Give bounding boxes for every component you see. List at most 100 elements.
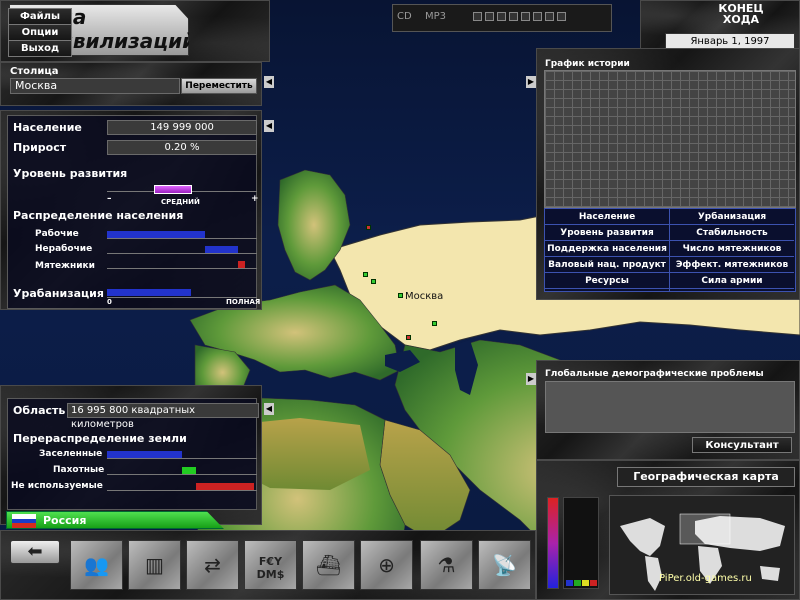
history-title: График истории bbox=[545, 59, 630, 69]
move-capital-button[interactable]: Переместить bbox=[181, 78, 257, 94]
city-icon[interactable]: ▥ bbox=[128, 540, 181, 590]
city-marker[interactable] bbox=[371, 279, 376, 284]
development-label: Уровень развития bbox=[13, 167, 128, 180]
currency-text: F€Y DM$ bbox=[256, 555, 285, 581]
rewind-icon[interactable] bbox=[485, 12, 494, 21]
history-urbanization-button[interactable]: Урбанизация bbox=[670, 209, 794, 225]
settled-track bbox=[107, 458, 257, 459]
workers-bar bbox=[107, 231, 205, 238]
advisor-button[interactable]: Консультант bbox=[692, 437, 792, 453]
history-support-button[interactable]: Поддержка населения bbox=[545, 241, 669, 257]
history-panel-arrow-icon[interactable]: ▶ bbox=[526, 76, 536, 88]
unused-land-label: Не используемые bbox=[11, 481, 103, 491]
region-label: Область bbox=[13, 404, 66, 417]
problems-list bbox=[545, 381, 795, 433]
region-panel-arrow-icon[interactable]: ◀ bbox=[264, 403, 274, 415]
history-army-button[interactable]: Сила армии bbox=[670, 273, 794, 289]
history-population-button[interactable]: Население bbox=[545, 209, 669, 225]
nonworkers-track bbox=[107, 253, 257, 254]
arable-land-label: Пахотные bbox=[53, 465, 105, 475]
city-marker[interactable] bbox=[363, 272, 368, 277]
eject-icon[interactable] bbox=[557, 12, 566, 21]
urbanization-max: ПОЛНАЯ bbox=[226, 298, 261, 306]
workers-label: Рабочие bbox=[35, 229, 79, 239]
city-marker[interactable] bbox=[406, 335, 411, 340]
development-level-bar bbox=[154, 185, 192, 194]
target-icon[interactable]: ⊕ bbox=[360, 540, 413, 590]
capital-value: Москва bbox=[10, 78, 180, 94]
unused-land-bar bbox=[195, 483, 254, 490]
country-banner[interactable]: Россия bbox=[6, 511, 224, 529]
stop-icon[interactable] bbox=[521, 12, 530, 21]
development-level-text: СРЕДНИЙ bbox=[161, 198, 200, 206]
watermark-text: PiPer.old-games.ru bbox=[659, 573, 752, 584]
city-marker[interactable] bbox=[432, 321, 437, 326]
development-minus: – bbox=[107, 194, 112, 204]
people-icon[interactable]: 👥 bbox=[70, 540, 123, 590]
color-scale-bar bbox=[547, 497, 559, 589]
urbanization-min: 0 bbox=[107, 298, 112, 306]
russia-flag-icon bbox=[12, 514, 36, 528]
navy-icon[interactable]: ⛴ bbox=[302, 540, 355, 590]
play-icon[interactable] bbox=[497, 12, 506, 21]
history-stability-button[interactable]: Стабильность bbox=[670, 225, 794, 241]
region-area-value: 16 995 800 квадратных километров bbox=[67, 403, 259, 430]
pause-icon[interactable] bbox=[509, 12, 518, 21]
growth-value: 0.20 % bbox=[107, 140, 257, 155]
end-turn-area: Конец хода Январь 1, 1997 bbox=[640, 0, 800, 52]
trade-icon[interactable]: ⇄ bbox=[186, 540, 239, 590]
legend-box bbox=[563, 497, 599, 589]
files-button[interactable]: Файлы bbox=[8, 8, 72, 25]
city-marker-moscow[interactable] bbox=[398, 293, 403, 298]
satellite-icon[interactable]: 📡 bbox=[478, 540, 531, 590]
exit-button[interactable]: Выход bbox=[8, 40, 72, 57]
history-buttons-panel: Население Урбанизация Уровень развития С… bbox=[544, 208, 796, 292]
history-buttons-divider bbox=[669, 209, 670, 291]
settled-land-bar bbox=[107, 451, 182, 458]
geomap-panel: Географическая карта PiPer.old-games.ru bbox=[536, 460, 800, 600]
development-plus: + bbox=[251, 194, 259, 204]
options-button[interactable]: Опции bbox=[8, 24, 72, 41]
distribution-label: Распределение населения bbox=[13, 209, 184, 222]
rebels-bar bbox=[237, 261, 245, 268]
arable-track bbox=[107, 474, 257, 475]
population-value: 149 999 000 bbox=[107, 120, 257, 135]
region-panel: Область 16 995 800 квадратных километров… bbox=[0, 385, 262, 525]
arable-land-bar bbox=[182, 467, 196, 474]
turn-date: Январь 1, 1997 bbox=[665, 33, 795, 49]
history-gnp-button[interactable]: Валовый нац. продукт bbox=[545, 257, 669, 273]
prev-track-icon[interactable] bbox=[473, 12, 482, 21]
capital-label: Столица bbox=[10, 66, 59, 77]
science-icon[interactable]: ⚗ bbox=[420, 540, 473, 590]
history-rebels-effect-button[interactable]: Эффект. мятежников bbox=[670, 257, 794, 273]
capital-arrow-icon[interactable]: ◀ bbox=[264, 76, 274, 88]
rebels-track bbox=[107, 268, 257, 269]
history-development-button[interactable]: Уровень развития bbox=[545, 225, 669, 241]
currency-icon[interactable]: F€Y DM$ bbox=[244, 540, 297, 590]
history-rebels-count-button[interactable]: Число мятежников bbox=[670, 241, 794, 257]
end-turn-button[interactable]: Конец хода bbox=[701, 3, 781, 25]
cd-label: CD bbox=[397, 11, 412, 22]
history-chart-grid bbox=[544, 70, 796, 208]
unused-track bbox=[107, 490, 257, 491]
map-label-moscow: Москва bbox=[405, 291, 444, 302]
forward-icon[interactable] bbox=[533, 12, 542, 21]
music-player: CD MP3 bbox=[392, 4, 612, 32]
next-track-icon[interactable] bbox=[545, 12, 554, 21]
mp3-label: MP3 bbox=[425, 11, 447, 22]
nonworkers-bar bbox=[204, 246, 238, 253]
workers-track bbox=[107, 238, 257, 239]
rebels-label: Мятежники bbox=[35, 261, 95, 271]
population-label: Население bbox=[13, 121, 82, 134]
geomap-title: Географическая карта bbox=[617, 467, 795, 487]
history-resources-button[interactable]: Ресурсы bbox=[545, 273, 669, 289]
urbanization-label: Урабанизация bbox=[13, 287, 104, 300]
growth-label: Прирост bbox=[13, 141, 67, 154]
problems-panel-arrow-icon[interactable]: ▶ bbox=[526, 373, 536, 385]
country-name: Россия bbox=[43, 514, 87, 527]
capital-panel: Столица Москва Переместить bbox=[0, 62, 262, 106]
population-panel-arrow-icon[interactable]: ◀ bbox=[264, 120, 274, 132]
city-marker[interactable] bbox=[366, 225, 371, 230]
problems-title: Глобальные демографические проблемы bbox=[545, 369, 764, 379]
back-arrow-icon[interactable]: ⬅ bbox=[10, 540, 60, 564]
